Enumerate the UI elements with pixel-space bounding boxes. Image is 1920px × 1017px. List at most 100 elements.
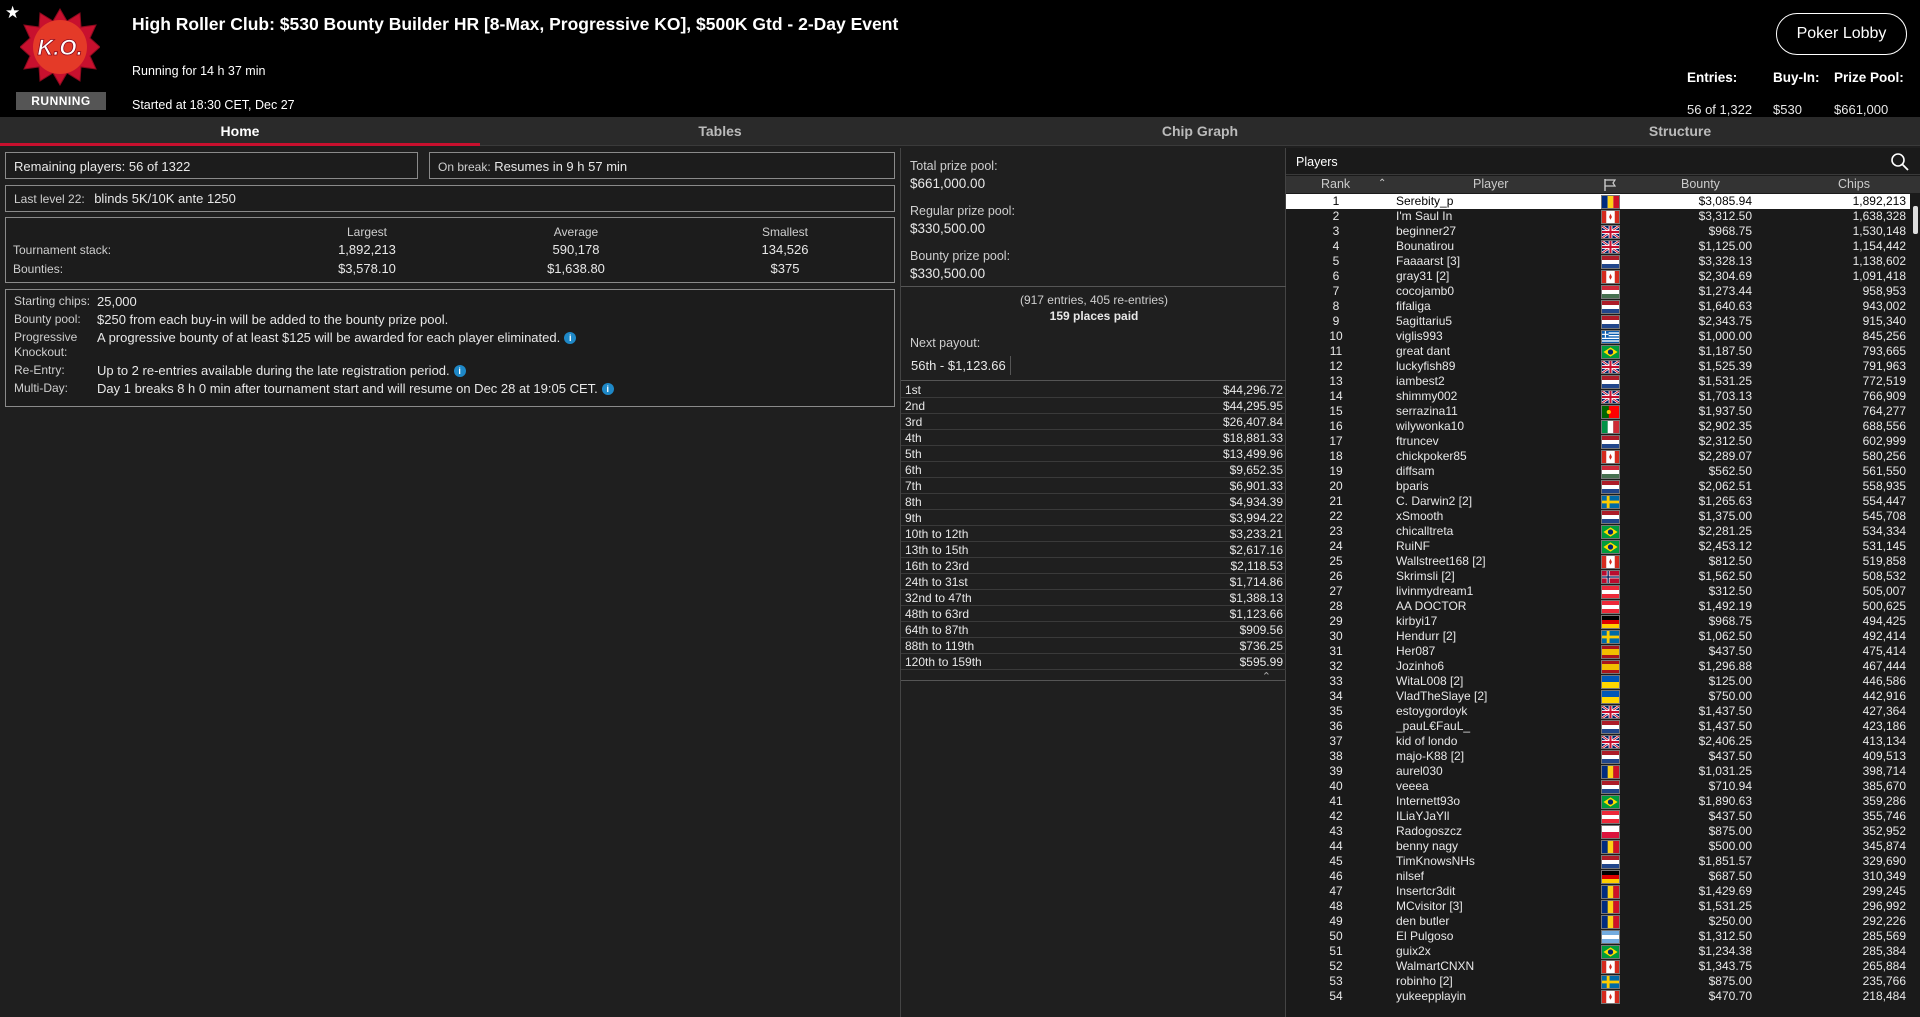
country-flag-icon <box>1601 210 1620 224</box>
player-row[interactable]: 48 MCvisitor [3] $1,531.25 296,992 <box>1286 899 1910 914</box>
player-row[interactable]: 22 xSmooth $1,375.00 545,708 <box>1286 509 1910 524</box>
poker-lobby-button[interactable]: Poker Lobby <box>1776 13 1907 55</box>
player-row[interactable]: 47 Insertcr3dit $1,429.69 299,245 <box>1286 884 1910 899</box>
player-row[interactable]: 24 RuiNF $2,453.12 531,145 <box>1286 539 1910 554</box>
player-row[interactable]: 36 _pauL€FauL_ $1,437.50 423,186 <box>1286 719 1910 734</box>
player-rank: 35 <box>1329 704 1343 718</box>
payout-place: 8th <box>905 495 922 509</box>
player-bounty: $1,531.25 <box>1698 374 1752 388</box>
player-row[interactable]: 30 Hendurr [2] $1,062.50 492,414 <box>1286 629 1910 644</box>
player-row[interactable]: 40 veeea $710.94 385,670 <box>1286 779 1910 794</box>
sort-chevron-up-icon[interactable]: ⌃ <box>1378 178 1386 189</box>
player-bounty: $312.50 <box>1708 584 1752 598</box>
country-flag-icon <box>1601 435 1620 449</box>
flag-column-icon[interactable] <box>1603 178 1617 192</box>
player-row[interactable]: 33 WitaL008 [2] $125.00 446,586 <box>1286 674 1910 689</box>
player-row[interactable]: 38 majo-K88 [2] $437.50 409,513 <box>1286 749 1910 764</box>
player-row[interactable]: 6 gray31 [2] $2,304.69 1,091,418 <box>1286 269 1910 284</box>
player-row[interactable]: 44 benny nagy $500.00 345,874 <box>1286 839 1910 854</box>
player-row[interactable]: 1 Serebity_p $3,085.94 1,892,213 <box>1286 194 1910 209</box>
col-player[interactable]: Player <box>1473 177 1508 191</box>
info-icon[interactable]: i <box>564 332 577 344</box>
player-chips: 766,909 <box>1862 389 1906 403</box>
player-row[interactable]: 12 luckyfish89 $1,525.39 791,963 <box>1286 359 1910 374</box>
tab-structure[interactable]: Structure <box>1440 117 1920 145</box>
player-row[interactable]: 25 Wallstreet168 [2] $812.50 519,858 <box>1286 554 1910 569</box>
tab-chip-graph[interactable]: Chip Graph <box>960 117 1440 145</box>
player-row[interactable]: 34 VladTheSlaye [2] $750.00 442,916 <box>1286 689 1910 704</box>
player-name: Wallstreet168 [2] <box>1396 554 1486 568</box>
player-row[interactable]: 3 beginner27 $968.75 1,530,148 <box>1286 224 1910 239</box>
search-icon[interactable] <box>1890 152 1910 172</box>
player-row[interactable]: 32 Jozinho6 $1,296.88 467,444 <box>1286 659 1910 674</box>
info-icon[interactable]: i <box>453 365 466 377</box>
payout-amount: $44,296.72 <box>1222 383 1283 397</box>
player-rank: 22 <box>1329 509 1343 523</box>
player-row[interactable]: 14 shimmy002 $1,703.13 766,909 <box>1286 389 1910 404</box>
players-list: 1 Serebity_p $3,085.94 1,892,213 2 I'm Saul I… <box>1286 194 1910 1017</box>
player-row[interactable]: 9 5agittariu5 $2,343.75 915,340 <box>1286 314 1910 329</box>
player-chips: 355,746 <box>1862 809 1906 823</box>
payout-amount: $3,994.22 <box>1229 511 1283 525</box>
player-row[interactable]: 28 AA DOCTOR $1,492.19 500,625 <box>1286 599 1910 614</box>
player-rank: 3 <box>1332 224 1340 238</box>
player-row[interactable]: 8 fifaliga $1,640.63 943,002 <box>1286 299 1910 314</box>
player-row[interactable]: 37 kid of londo $2,406.25 413,134 <box>1286 734 1910 749</box>
player-row[interactable]: 15 serrazina11 $1,937.50 764,277 <box>1286 404 1910 419</box>
player-bounty: $1,640.63 <box>1698 299 1752 313</box>
player-name: Jozinho6 <box>1396 659 1445 673</box>
entries-value: 56 of 1,322 <box>1687 102 1753 117</box>
player-row[interactable]: 50 El Pulgoso $1,312.50 285,569 <box>1286 929 1910 944</box>
player-row[interactable]: 21 C. Darwin2 [2] $1,265.63 554,447 <box>1286 494 1910 509</box>
player-bounty: $1,437.50 <box>1698 704 1752 718</box>
player-row[interactable]: 45 TimKnowsNHs $1,851.57 329,690 <box>1286 854 1910 869</box>
players-scrollbar[interactable] <box>1910 194 1920 1017</box>
tab-home[interactable]: Home <box>0 117 480 146</box>
player-row[interactable]: 46 nilsef $687.50 310,349 <box>1286 869 1910 884</box>
favorite-star-icon[interactable]: ★ <box>5 4 20 21</box>
col-bounty[interactable]: Bounty <box>1681 177 1720 191</box>
player-row[interactable]: 7 cocojamb0 $1,273.44 958,953 <box>1286 284 1910 299</box>
scrollbar-thumb[interactable] <box>1913 206 1918 234</box>
player-row[interactable]: 2 I'm Saul In $3,312.50 1,638,328 <box>1286 209 1910 224</box>
player-bounty: $2,281.25 <box>1698 524 1752 538</box>
player-row[interactable]: 29 kirbyi17 $968.75 494,425 <box>1286 614 1910 629</box>
player-row[interactable]: 4 Bounatirou $1,125.00 1,154,442 <box>1286 239 1910 254</box>
player-row[interactable]: 51 guix2x $1,234.38 285,384 <box>1286 944 1910 959</box>
player-row[interactable]: 49 den butler $250.00 292,226 <box>1286 914 1910 929</box>
player-row[interactable]: 27 livinmydream1 $312.50 505,007 <box>1286 584 1910 599</box>
player-row[interactable]: 10 viglis993 $1,000.00 845,256 <box>1286 329 1910 344</box>
player-row[interactable]: 53 robinho [2] $875.00 235,766 <box>1286 974 1910 989</box>
player-row[interactable]: 17 ftruncev $2,312.50 602,999 <box>1286 434 1910 449</box>
player-row[interactable]: 19 diffsam $562.50 561,550 <box>1286 464 1910 479</box>
player-row[interactable]: 41 Internett93o $1,890.63 359,286 <box>1286 794 1910 809</box>
player-row[interactable]: 39 aurel030 $1,031.25 398,714 <box>1286 764 1910 779</box>
player-row[interactable]: 11 great dant $1,187.50 793,665 <box>1286 344 1910 359</box>
player-name: MCvisitor [3] <box>1396 899 1463 913</box>
player-row[interactable]: 18 chickpoker85 $2,289.07 580,256 <box>1286 449 1910 464</box>
player-row[interactable]: 54 yukeepplayin $470.70 218,484 <box>1286 989 1910 1004</box>
player-row[interactable]: 26 Skrimsli [2] $1,562.50 508,532 <box>1286 569 1910 584</box>
info-icon[interactable]: i <box>601 383 614 395</box>
country-flag-icon <box>1601 750 1620 764</box>
player-row[interactable]: 16 wilywonka10 $2,902.35 688,556 <box>1286 419 1910 434</box>
tab-tables[interactable]: Tables <box>480 117 960 145</box>
player-chips: 531,145 <box>1862 539 1906 553</box>
player-rank: 26 <box>1329 569 1343 583</box>
payout-place: 1st <box>905 383 922 397</box>
player-row[interactable]: 43 Radogoszcz $875.00 352,952 <box>1286 824 1910 839</box>
collapse-chevron-up-icon[interactable]: ⌃ <box>1262 670 1271 683</box>
player-row[interactable]: 23 chicalltreta $2,281.25 534,334 <box>1286 524 1910 539</box>
col-rank[interactable]: Rank <box>1321 177 1350 191</box>
col-chips[interactable]: Chips <box>1838 177 1870 191</box>
player-row[interactable]: 20 bparis $2,062.51 558,935 <box>1286 479 1910 494</box>
player-row[interactable]: 42 ILiaYJaYll $437.50 355,746 <box>1286 809 1910 824</box>
player-chips: 764,277 <box>1862 404 1906 418</box>
player-row[interactable]: 13 iambest2 $1,531.25 772,519 <box>1286 374 1910 389</box>
player-name: livinmydream1 <box>1396 584 1474 598</box>
player-row[interactable]: 31 Her087 $437.50 475,414 <box>1286 644 1910 659</box>
last-level-value: blinds 5K/10K ante 1250 <box>94 191 236 206</box>
player-row[interactable]: 52 WalmartCNXN $1,343.75 265,884 <box>1286 959 1910 974</box>
player-row[interactable]: 35 estoygordoyk $1,437.50 427,364 <box>1286 704 1910 719</box>
player-row[interactable]: 5 Faaaarst [3] $3,328.13 1,138,602 <box>1286 254 1910 269</box>
